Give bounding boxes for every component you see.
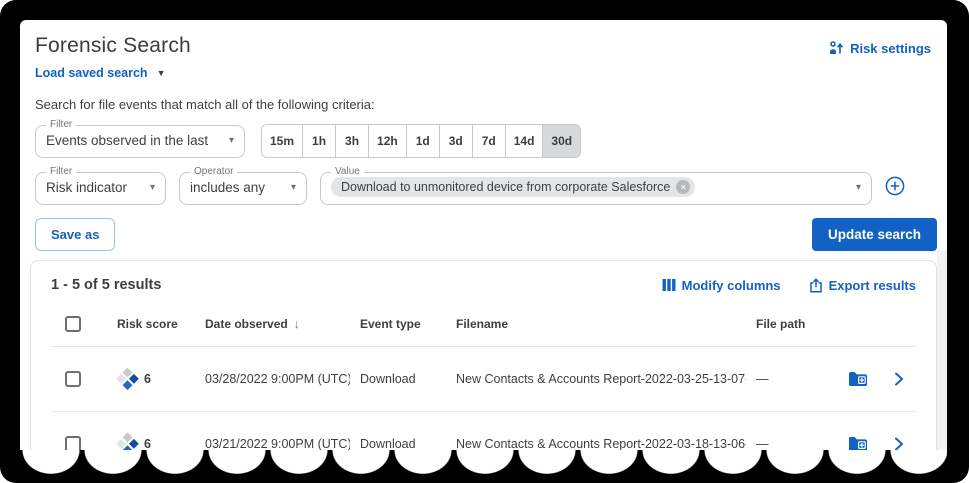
row-select-cell (51, 371, 107, 387)
row-checkbox[interactable] (65, 371, 81, 387)
add-to-case-button[interactable] (848, 371, 868, 387)
results-summary: 1 - 5 of 5 results (51, 277, 162, 293)
row-checkbox[interactable] (65, 436, 81, 450)
criteria-instruction: Search for file events that match all of… (35, 97, 375, 112)
filename-cell: New Contacts & Accounts Report-2022-03-2… (456, 372, 746, 386)
time-range-button-1d[interactable]: 1d (405, 125, 439, 157)
risk-settings-label: Risk settings (850, 40, 931, 56)
modify-columns-link[interactable]: Modify columns (662, 278, 781, 293)
risk-indicator-filter-select[interactable]: Filter Risk indicator ▾ (35, 167, 166, 205)
time-range-button-3h[interactable]: 3h (335, 125, 369, 157)
risk-score-cell: 6 (107, 431, 195, 450)
time-range-button-3d[interactable]: 3d (438, 125, 472, 157)
search-actions-row: Save as Update search (35, 218, 937, 251)
column-header-event-type[interactable]: Event type (350, 317, 446, 331)
time-range-button-7d[interactable]: 7d (471, 125, 505, 157)
filter-row-time: Filter Events observed in the last ▾ 15m… (35, 120, 931, 158)
results-panel: 1 - 5 of 5 results Modify columns Export… (30, 260, 937, 450)
event-type-cell: Download (360, 372, 416, 386)
folder-plus-icon (848, 436, 868, 450)
row-select-cell (51, 436, 107, 450)
file-path-cell: — (756, 372, 769, 386)
table-row[interactable]: 6 03/21/2022 9:00PM (UTC) Download New C… (51, 412, 916, 450)
time-filter-label: Filter (50, 119, 73, 130)
column-header-risk-score[interactable]: Risk score (107, 317, 195, 331)
table-row[interactable]: 6 03/28/2022 9:00PM (UTC) Download New C… (51, 347, 916, 412)
column-header-file-path[interactable]: File path (746, 317, 838, 331)
sort-descending-icon: ↓ (293, 316, 300, 331)
add-to-case-button[interactable] (848, 436, 868, 450)
time-range-button-14d[interactable]: 14d (504, 125, 543, 157)
folder-plus-icon (848, 371, 868, 387)
chevron-right-icon (894, 437, 904, 450)
time-range-button-group: 15m 1h 3h 12h 1d 3d 7d 14d 30d (261, 124, 582, 158)
risk-score-value: 6 (144, 437, 151, 450)
circle-plus-icon (885, 176, 905, 196)
value-label: Value (335, 166, 360, 177)
load-saved-search: Load saved search ▼ (35, 66, 932, 80)
chevron-down-icon: ▼ (156, 68, 166, 78)
risk-indicator-filter-label: Filter (50, 166, 73, 177)
operator-select[interactable]: Operator includes any ▾ (179, 167, 307, 205)
scrollbar[interactable] (937, 250, 947, 450)
chevron-down-icon: ▾ (228, 134, 234, 146)
filename-cell: New Contacts & Accounts Report-2022-03-1… (456, 437, 746, 450)
operator-value: includes any (190, 179, 266, 195)
update-search-button[interactable]: Update search (811, 218, 937, 251)
select-all-cell (51, 315, 107, 332)
expand-row-button[interactable] (894, 372, 904, 386)
row-actions-cell (838, 436, 916, 450)
select-all-checkbox[interactable] (65, 315, 81, 332)
torn-edge-decoration (20, 450, 947, 480)
risk-score-cell: 6 (107, 366, 195, 389)
modify-columns-label: Modify columns (681, 277, 781, 293)
value-chip-label: Download to unmonitored device from corp… (341, 180, 671, 194)
risk-severity-icon (115, 366, 139, 391)
chevron-down-icon: ▾ (290, 181, 296, 193)
date-observed-cell: 03/28/2022 9:00PM (UTC) (205, 372, 350, 386)
load-saved-search-link[interactable]: Load saved search ▼ (35, 66, 165, 80)
value-chip: Download to unmonitored device from corp… (331, 177, 696, 197)
risk-severity-icon (115, 431, 139, 450)
risk-settings-link[interactable]: Risk settings (828, 40, 931, 56)
filter-row-risk: Filter Risk indicator ▾ Operator include… (35, 167, 905, 205)
add-filter-button[interactable] (885, 176, 905, 196)
risk-indicator-filter-value: Risk indicator (46, 179, 128, 195)
file-path-cell: — (756, 437, 769, 450)
value-multiselect[interactable]: Value Download to unmonitored device fro… (320, 167, 872, 205)
chevron-down-icon: ▾ (855, 181, 861, 193)
save-as-button[interactable]: Save as (35, 218, 116, 251)
time-filter-select[interactable]: Filter Events observed in the last ▾ (35, 120, 245, 158)
risk-score-value: 6 (144, 372, 151, 386)
time-filter-value: Events observed in the last (46, 132, 209, 148)
column-header-date-observed[interactable]: Date observed ↓ (195, 317, 350, 331)
export-icon (809, 277, 823, 293)
time-range-button-30d[interactable]: 30d (542, 125, 581, 157)
page-title: Forensic Search (35, 34, 191, 57)
export-results-label: Export results (828, 277, 916, 293)
page-header: Forensic Search Risk settings (35, 34, 931, 58)
results-header: 1 - 5 of 5 results Modify columns Export… (31, 261, 936, 301)
row-actions-cell (838, 371, 916, 387)
export-results-link[interactable]: Export results (809, 278, 916, 293)
load-saved-search-label: Load saved search (35, 66, 148, 80)
time-range-button-12h[interactable]: 12h (368, 125, 406, 157)
chevron-down-icon: ▾ (149, 181, 155, 193)
event-type-cell: Download (360, 437, 416, 450)
time-range-button-1h[interactable]: 1h (302, 125, 336, 157)
operator-label: Operator (194, 166, 234, 177)
results-header-actions: Modify columns Export results (662, 278, 916, 293)
columns-icon (662, 278, 676, 292)
chip-remove-icon[interactable]: ✕ (676, 180, 691, 194)
chevron-right-icon (894, 372, 904, 386)
table-header-row: Risk score Date observed ↓ Event type Fil… (51, 301, 916, 347)
risk-settings-icon (828, 40, 844, 56)
column-header-filename[interactable]: Filename (446, 317, 746, 331)
time-range-button-15m[interactable]: 15m (262, 125, 303, 157)
forensic-search-page: Forensic Search Risk settings Load saved… (20, 20, 947, 450)
expand-row-button[interactable] (894, 437, 904, 450)
date-observed-cell: 03/21/2022 9:00PM (UTC) (205, 437, 350, 450)
